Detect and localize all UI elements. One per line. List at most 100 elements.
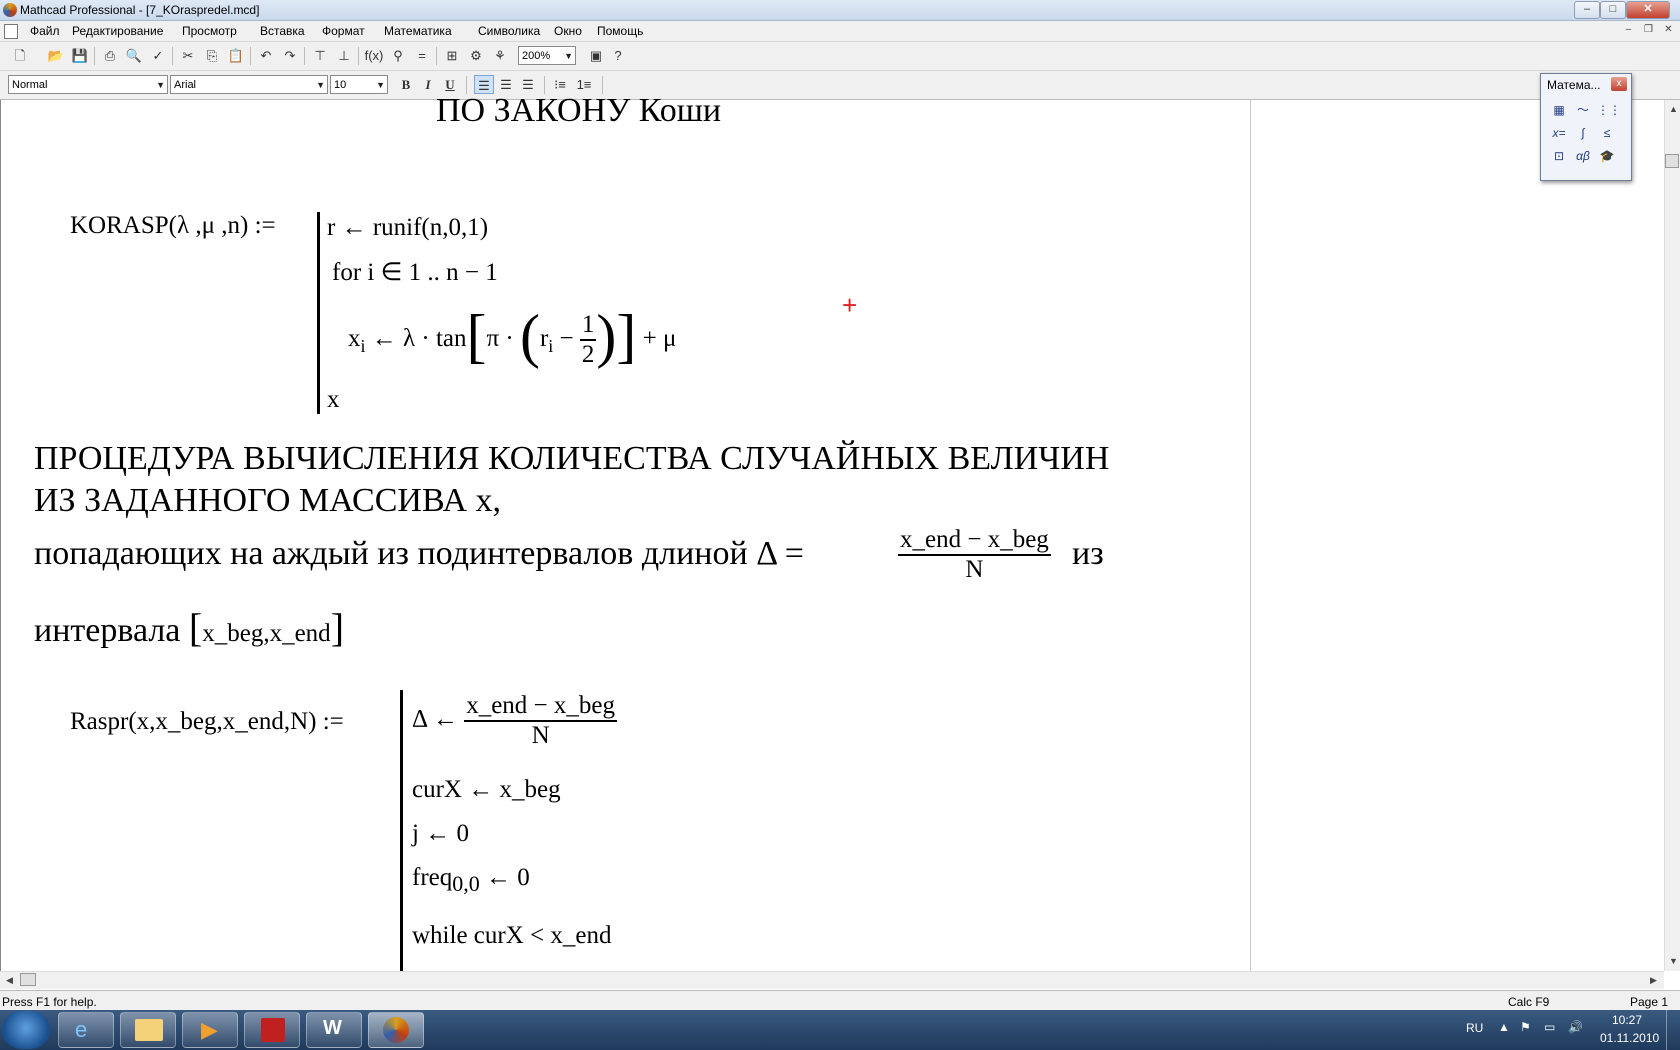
- undo-icon[interactable]: ↶: [256, 46, 276, 65]
- help-icon[interactable]: ?: [608, 46, 628, 65]
- bold-button[interactable]: B: [396, 75, 416, 94]
- insert-function-icon[interactable]: f(x): [364, 46, 384, 65]
- korasp-definition[interactable]: KORASP(λ ,μ ,n) :=: [70, 212, 276, 240]
- korasp-line-1[interactable]: r ← runif(n,0,1): [327, 214, 488, 242]
- menu-insert[interactable]: Вставка: [260, 24, 305, 38]
- greek-icon[interactable]: αβ: [1573, 146, 1593, 166]
- scroll-right-icon[interactable]: ▶: [1650, 975, 1657, 986]
- menu-edit[interactable]: Редактирование: [72, 24, 163, 38]
- program-bar: [400, 690, 403, 971]
- delta-fraction[interactable]: x_end − x_beg N: [898, 526, 1051, 584]
- print-icon[interactable]: ⎙: [100, 46, 120, 65]
- menu-view[interactable]: Просмотр: [182, 24, 237, 38]
- menu-window[interactable]: Окно: [554, 24, 582, 38]
- close-button[interactable]: ✕: [1626, 1, 1670, 19]
- minimize-button[interactable]: –: [1574, 1, 1600, 19]
- insert-unit-icon[interactable]: ⚲: [388, 46, 408, 65]
- menu-file[interactable]: Файл: [30, 24, 60, 38]
- spell-check-icon[interactable]: ✓: [148, 46, 168, 65]
- action-center-icon[interactable]: ⚑: [1520, 1020, 1531, 1034]
- raspr-line-2[interactable]: curX ← x_beg: [412, 776, 561, 804]
- calculator-icon[interactable]: ▦: [1549, 100, 1569, 120]
- calculate-icon[interactable]: =: [412, 46, 432, 65]
- palette-close-button[interactable]: x: [1611, 77, 1627, 91]
- korasp-line-3[interactable]: xi ← λ · tan[π · (ri − 1 2)] + μ: [348, 302, 676, 374]
- bracket-left: [: [188, 605, 203, 650]
- scroll-up-icon[interactable]: ▲: [1669, 104, 1678, 114]
- language-indicator[interactable]: RU: [1466, 1021, 1483, 1035]
- network-icon[interactable]: ▭: [1544, 1020, 1555, 1034]
- korasp-line-2[interactable]: for i ∈ 1 .. n − 1: [332, 257, 498, 287]
- copy-icon[interactable]: ⎘: [202, 46, 222, 65]
- menu-symbolics[interactable]: Символика: [478, 24, 540, 38]
- font-size-select[interactable]: 10 ▼: [330, 75, 388, 94]
- italic-button[interactable]: I: [418, 75, 438, 94]
- align-top-icon[interactable]: ⊤: [310, 46, 330, 65]
- vertical-scrollbar[interactable]: ▲ ▼: [1664, 100, 1680, 971]
- scroll-down-icon[interactable]: ▼: [1669, 956, 1678, 966]
- horizontal-scrollbar[interactable]: ◀ ▶: [0, 971, 1664, 989]
- maximize-button[interactable]: □: [1600, 1, 1626, 19]
- doc-restore-button[interactable]: ❐: [1642, 24, 1655, 36]
- calculus-icon[interactable]: ∫: [1573, 123, 1593, 143]
- graph-icon[interactable]: 〜: [1573, 100, 1593, 120]
- open-icon[interactable]: 📂: [46, 46, 66, 65]
- window-title: Mathcad Professional - [7_KOraspredel.mc…: [20, 3, 260, 17]
- description-line-4[interactable]: интервала [x_beg,x_end]: [34, 604, 344, 651]
- media-player-icon[interactable]: ▶: [182, 1012, 238, 1048]
- raspr-line-4[interactable]: freq0,0 ← 0: [412, 864, 530, 897]
- horizontal-scroll-thumb[interactable]: [20, 973, 36, 986]
- separator: [172, 47, 173, 65]
- raspr-definition[interactable]: Raspr(x,x_beg,x_end,N) :=: [70, 708, 344, 736]
- section-heading[interactable]: ПО ЗАКОНУ Коши: [436, 92, 721, 130]
- description-line-1[interactable]: ПРОЦЕДУРА ВЫЧИСЛЕНИЯ КОЛИЧЕСТВА СЛУЧАЙНЫ…: [34, 440, 1109, 478]
- menu-format[interactable]: Формат: [322, 24, 365, 38]
- description-word-iz[interactable]: из: [1072, 535, 1104, 573]
- clock-date[interactable]: 01.11.2010: [1600, 1031, 1659, 1045]
- matrix-icon[interactable]: ⋮⋮: [1597, 100, 1621, 120]
- scroll-left-icon[interactable]: ◀: [6, 975, 13, 986]
- math-palette[interactable]: Матема... x ▦ 〜 ⋮⋮ x= ∫ ≤ ⊡ αβ 🎓: [1540, 73, 1632, 181]
- align-down-icon[interactable]: ⊥: [334, 46, 354, 65]
- korasp-line-4[interactable]: x: [327, 386, 340, 414]
- vertical-scroll-thumb[interactable]: [1665, 154, 1679, 168]
- menu-help[interactable]: Помощь: [597, 24, 643, 38]
- clock-time[interactable]: 10:27: [1612, 1013, 1642, 1027]
- font-select[interactable]: Arial ▼: [170, 75, 328, 94]
- volume-icon[interactable]: 🔊: [1568, 1020, 1583, 1034]
- description-line-3[interactable]: попадающих на аждый из подинтервалов дли…: [34, 535, 804, 573]
- show-desktop-button[interactable]: [1666, 1010, 1680, 1050]
- mathcad-app-icon[interactable]: [3, 3, 17, 17]
- raspr-line-1[interactable]: Δ ← x_end − x_beg N: [412, 692, 617, 750]
- document-icon[interactable]: [4, 24, 18, 39]
- save-icon[interactable]: 💾: [70, 46, 90, 65]
- word-icon[interactable]: W: [306, 1012, 362, 1048]
- boolean-icon[interactable]: ≤: [1597, 123, 1617, 143]
- floppy-app-icon[interactable]: [244, 1012, 300, 1048]
- menu-math[interactable]: Математика: [384, 24, 452, 38]
- hierarchy-icon[interactable]: ⚘: [490, 46, 510, 65]
- paste-icon[interactable]: 📋: [226, 46, 246, 65]
- resources-icon[interactable]: ▣: [586, 46, 606, 65]
- doc-minimize-button[interactable]: –: [1622, 24, 1635, 36]
- doc-close-button[interactable]: ✕: [1662, 24, 1675, 36]
- new-icon[interactable]: 🗋: [10, 46, 30, 65]
- explorer-folder-icon[interactable]: [120, 1012, 176, 1048]
- style-select[interactable]: Normal ▼: [8, 75, 168, 94]
- description-line-2[interactable]: ИЗ ЗАДАННОГО МАССИВА x,: [34, 482, 501, 520]
- redo-icon[interactable]: ↷: [280, 46, 300, 65]
- print-preview-icon[interactable]: 🔍: [124, 46, 144, 65]
- mathcad-taskbar-icon[interactable]: [368, 1012, 424, 1048]
- cut-icon[interactable]: ✂: [178, 46, 198, 65]
- insert-component-icon[interactable]: ⊞: [442, 46, 462, 65]
- evaluation-icon[interactable]: x=: [1549, 123, 1569, 143]
- run-icon[interactable]: ⚙: [466, 46, 486, 65]
- show-hidden-icons-icon[interactable]: ▲: [1498, 1020, 1510, 1034]
- programming-icon[interactable]: ⊡: [1549, 146, 1569, 166]
- raspr-line-5[interactable]: while curX < x_end: [412, 922, 611, 950]
- internet-explorer-icon[interactable]: e: [58, 1012, 114, 1048]
- symbolic-icon[interactable]: 🎓: [1597, 146, 1617, 166]
- raspr-line-3[interactable]: j ← 0: [412, 820, 469, 848]
- start-button[interactable]: [2, 1011, 50, 1049]
- zoom-select[interactable]: 200% ▼: [518, 46, 576, 65]
